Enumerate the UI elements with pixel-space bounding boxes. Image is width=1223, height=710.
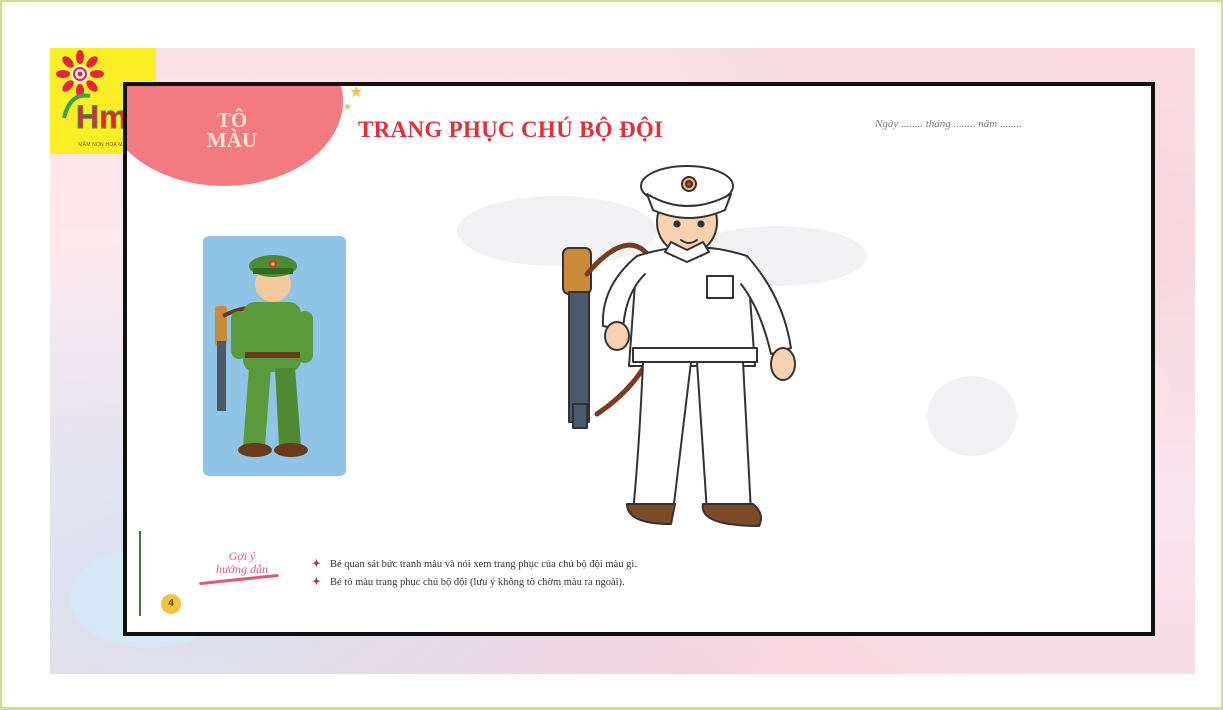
date-line: Ngày ........ tháng ........ năm .......… (875, 118, 1022, 130)
reference-soldier-image (203, 236, 346, 476)
page-number: 4 (161, 594, 181, 614)
star-icon: ★ (343, 102, 352, 113)
hint-item: ✦ Bé tô màu trang phục chú bộ đội (lưu ý … (312, 576, 637, 588)
section-label: TÔ MÀU (187, 108, 277, 152)
soldier-colored-icon (215, 255, 313, 457)
hint-item: ✦ Bé quan sát bức tranh màu và nói xem tr… (312, 558, 637, 570)
section-label-line2: MÀU (206, 128, 258, 152)
hint-text: Bé quan sát bức tranh màu và nói xem tra… (330, 559, 637, 570)
bullet-icon: ✦ (312, 577, 321, 588)
margin-rule (139, 531, 141, 616)
worksheet-page: TÔ MÀU ★ ★ TRANG PHỤC CHÚ BỘ ĐỘI Ngày ..… (123, 82, 1155, 636)
soldier-outline-drawing (562, 165, 796, 527)
star-icon: ★ (349, 84, 364, 101)
page-title: TRANG PHỤC CHÚ BỘ ĐỘI (358, 117, 664, 142)
section-label-line1: TÔ (216, 108, 248, 132)
hint-label: Gợi ý hướng dẫn (197, 550, 287, 576)
hint-text: Bé tô màu trang phục chú bộ đội (lưu ý k… (330, 577, 625, 588)
bullet-icon: ✦ (312, 559, 321, 570)
svg-text:Hm: Hm (76, 99, 128, 135)
hint-list: ✦ Bé quan sát bức tranh màu và nói xem tr… (312, 558, 637, 594)
